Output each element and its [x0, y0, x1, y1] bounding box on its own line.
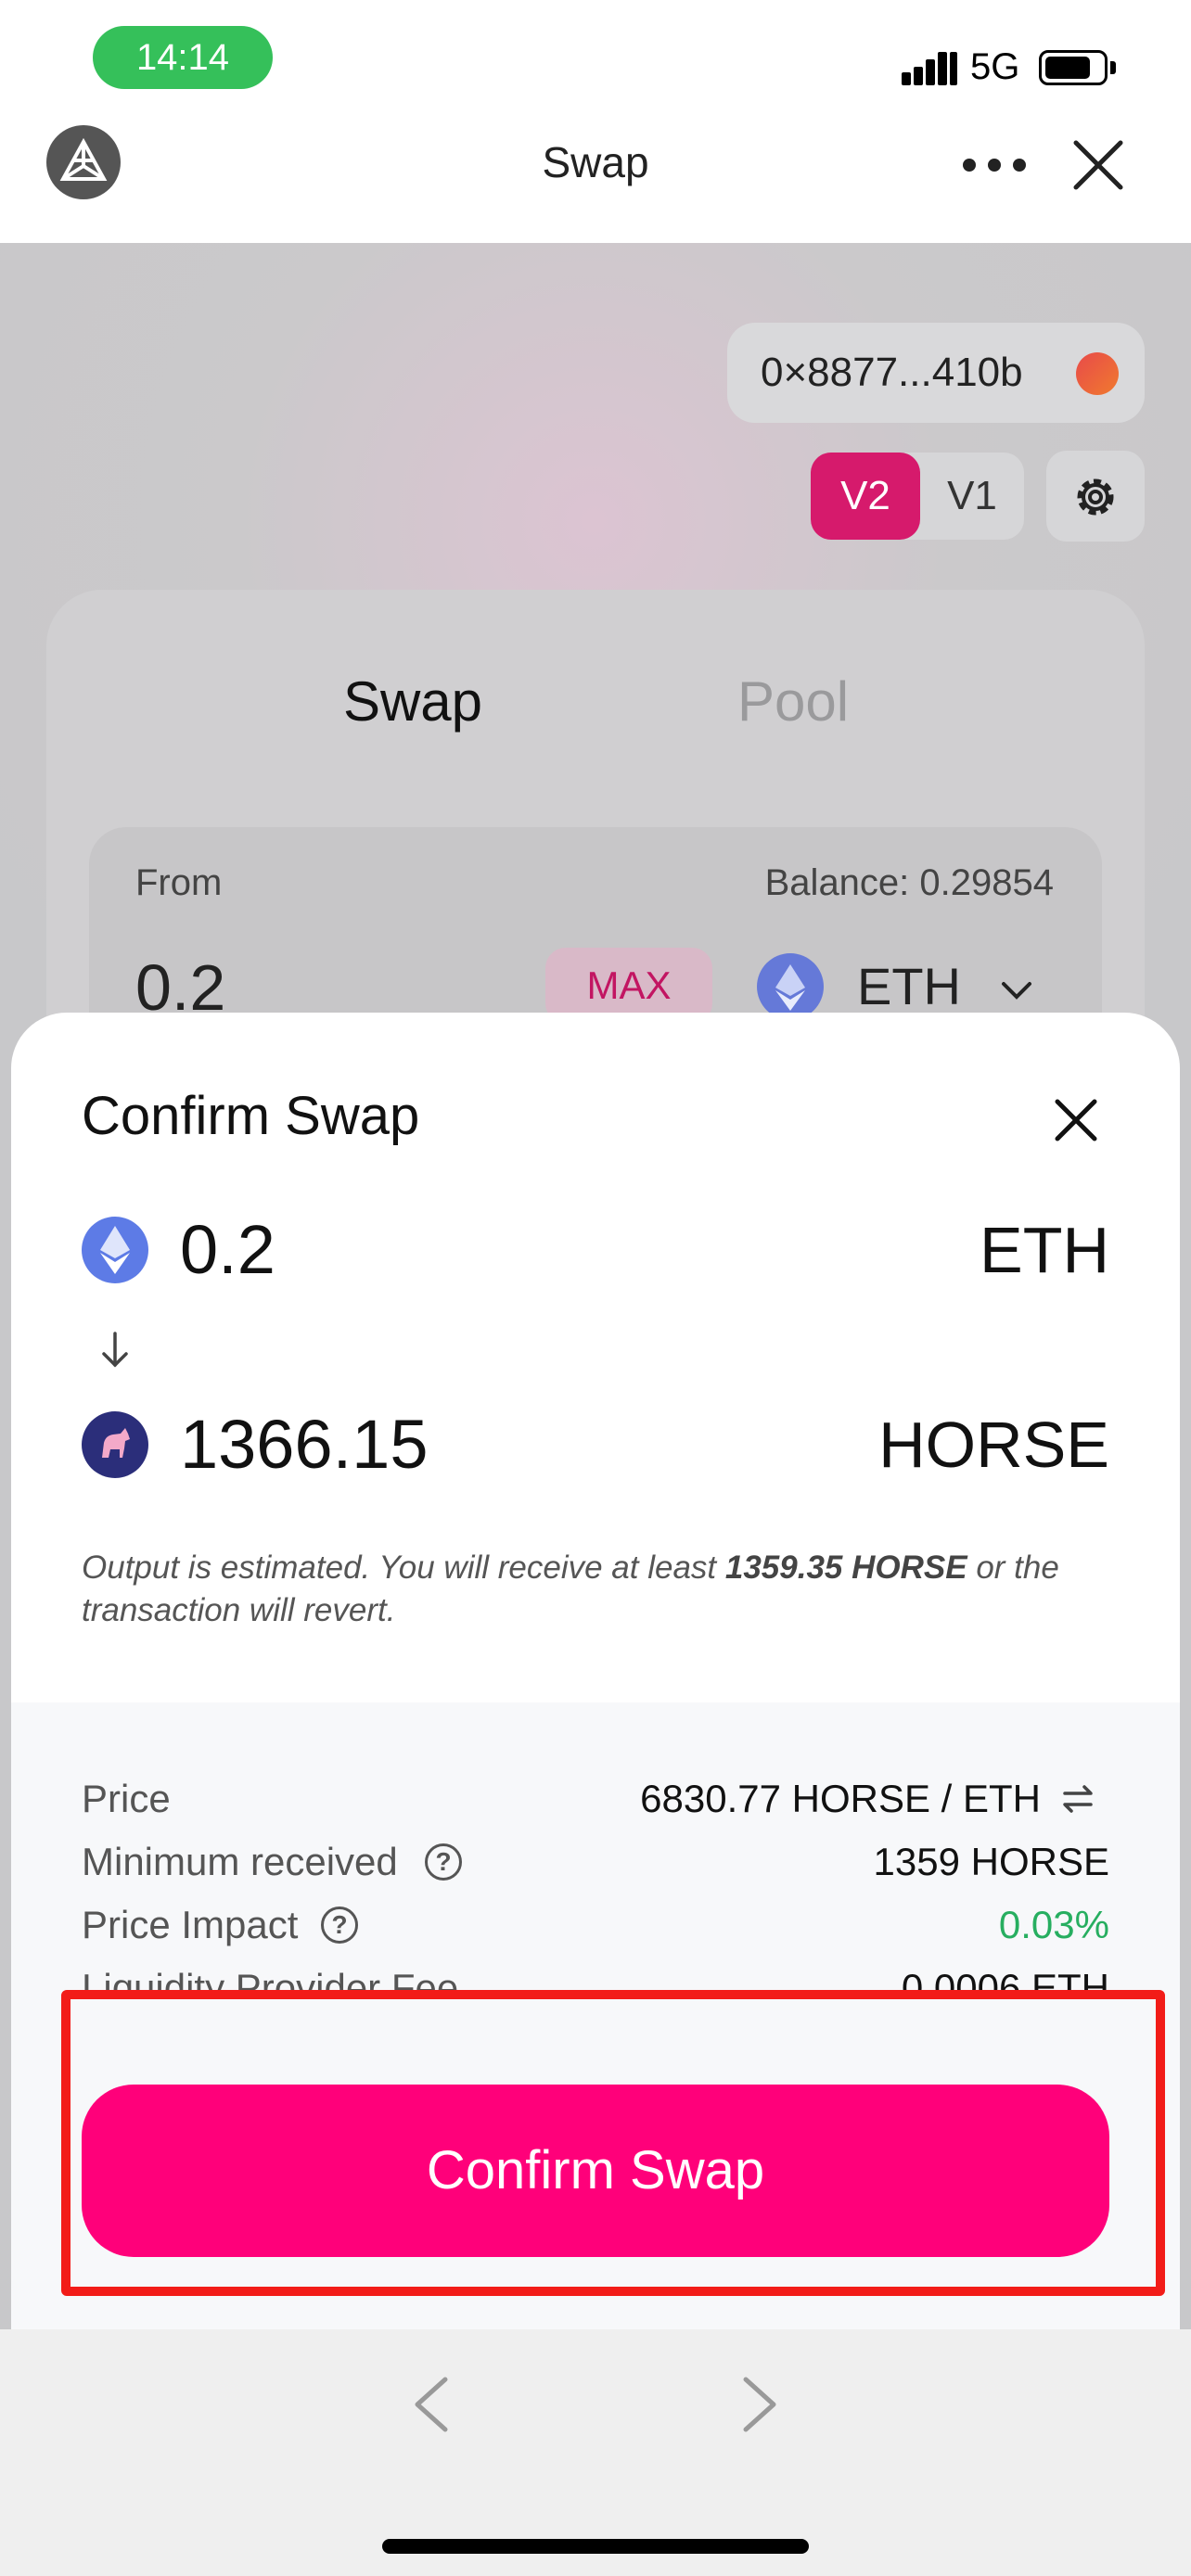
battery-icon: [1039, 50, 1108, 85]
horse-coin-icon: [82, 1411, 148, 1478]
network-label: 5G: [970, 46, 1020, 87]
modal-close-icon[interactable]: [1046, 1090, 1106, 1150]
from-label: From: [135, 862, 223, 903]
price-impact-value: 0.03%: [998, 1903, 1109, 1946]
wallet-avatar-icon: [1076, 352, 1119, 395]
battery-tip: [1110, 61, 1116, 74]
help-icon[interactable]: ?: [321, 1906, 358, 1944]
estimate-note: Output is estimated. You will receive at…: [82, 1549, 1059, 1628]
eth-token-icon: [757, 953, 824, 1020]
input-amount: 0.2: [180, 1211, 275, 1288]
modal-title: Confirm Swap: [82, 1086, 420, 1146]
minimum-received-label: Minimum received: [82, 1840, 398, 1883]
output-amount: 1366.15: [180, 1406, 429, 1483]
price-value: 6830.77 HORSE / ETH: [640, 1777, 1041, 1820]
tab-pool[interactable]: Pool: [659, 660, 928, 744]
app-logo-icon[interactable]: [46, 125, 121, 199]
balance-text: Balance: 0.29854: [764, 862, 1054, 903]
page-title: Swap: [542, 138, 649, 186]
from-token-label[interactable]: ETH: [857, 951, 961, 1022]
input-symbol: ETH: [980, 1214, 1109, 1286]
forward-arrow-icon[interactable]: [738, 2372, 781, 2437]
minimum-received-value: 1359 HORSE: [873, 1840, 1109, 1883]
minimum-amount-bold: 1359.35 HORSE: [724, 1549, 967, 1586]
home-indicator: [382, 2539, 809, 2554]
version-v1-button[interactable]: V1: [920, 453, 1024, 540]
gear-icon: [1077, 478, 1114, 516]
back-arrow-icon[interactable]: [410, 2372, 453, 2437]
arrow-down-icon: [96, 1330, 134, 1371]
highlight-box: [61, 1990, 1165, 2296]
more-options-icon[interactable]: [961, 153, 1028, 175]
signal-icon: [902, 48, 957, 85]
help-icon[interactable]: ?: [425, 1843, 462, 1881]
tab-swap[interactable]: Swap: [278, 660, 547, 744]
settings-button[interactable]: [1046, 451, 1145, 542]
version-v2-button[interactable]: V2: [811, 453, 920, 540]
output-symbol: HORSE: [878, 1409, 1109, 1481]
price-label: Price: [82, 1777, 171, 1820]
status-time: 14:14: [93, 26, 273, 89]
eth-coin-icon: [82, 1217, 148, 1283]
chevron-down-icon[interactable]: [998, 972, 1035, 1009]
close-icon[interactable]: [1070, 137, 1126, 193]
price-impact-label: Price Impact: [82, 1903, 299, 1946]
swap-direction-icon[interactable]: [1057, 1779, 1098, 1819]
